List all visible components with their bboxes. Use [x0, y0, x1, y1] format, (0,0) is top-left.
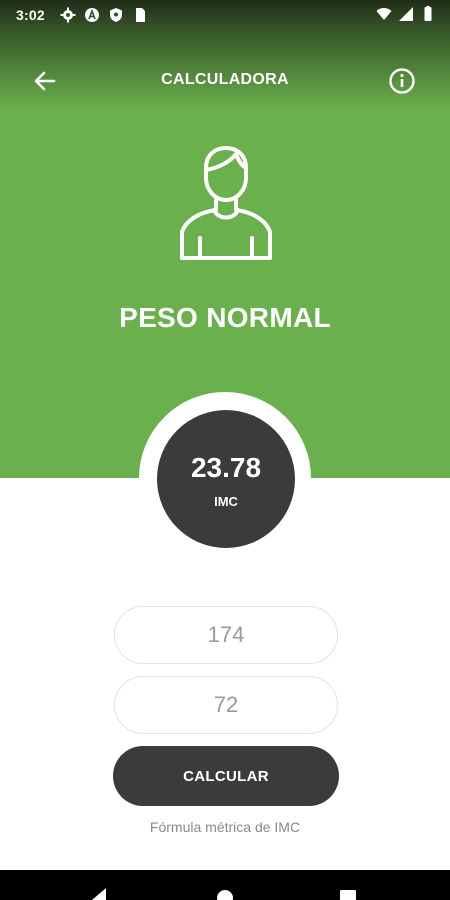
imc-value: 23.78 — [190, 452, 262, 483]
wifi-icon — [376, 8, 392, 20]
screen: 3:02 CALCULADORA PESO NORMAL 23.78 IMC 1… — [0, 0, 450, 900]
calculate-button[interactable]: CALCULAR — [113, 746, 339, 806]
sim-card-icon — [136, 8, 145, 22]
status-right-icons — [376, 6, 436, 22]
info-icon — [389, 68, 415, 94]
a-badge-icon — [85, 8, 99, 22]
app-bar: CALCULADORA — [0, 58, 450, 102]
app-title: CALCULADORA — [161, 71, 289, 88]
status-left-icons — [60, 7, 148, 23]
gear-icon — [60, 7, 76, 23]
shield-icon — [110, 8, 122, 22]
nav-back-icon[interactable] — [88, 886, 110, 900]
status-bar: 3:02 — [0, 0, 450, 30]
bmi-category-label: PESO NORMAL — [119, 302, 331, 333]
nav-recent-icon[interactable] — [340, 888, 356, 900]
imc-label: IMC — [214, 494, 238, 509]
status-time: 3:02 — [16, 7, 45, 23]
weight-input[interactable] — [114, 676, 338, 734]
formula-note: Fórmula métrica de IMC — [149, 819, 301, 835]
info-button[interactable] — [387, 66, 417, 96]
height-input[interactable] — [114, 606, 338, 664]
nav-home-icon[interactable] — [216, 886, 234, 900]
navigation-bar — [0, 870, 450, 900]
battery-icon — [424, 6, 432, 21]
signal-icon — [399, 7, 413, 21]
person-icon — [180, 146, 272, 260]
